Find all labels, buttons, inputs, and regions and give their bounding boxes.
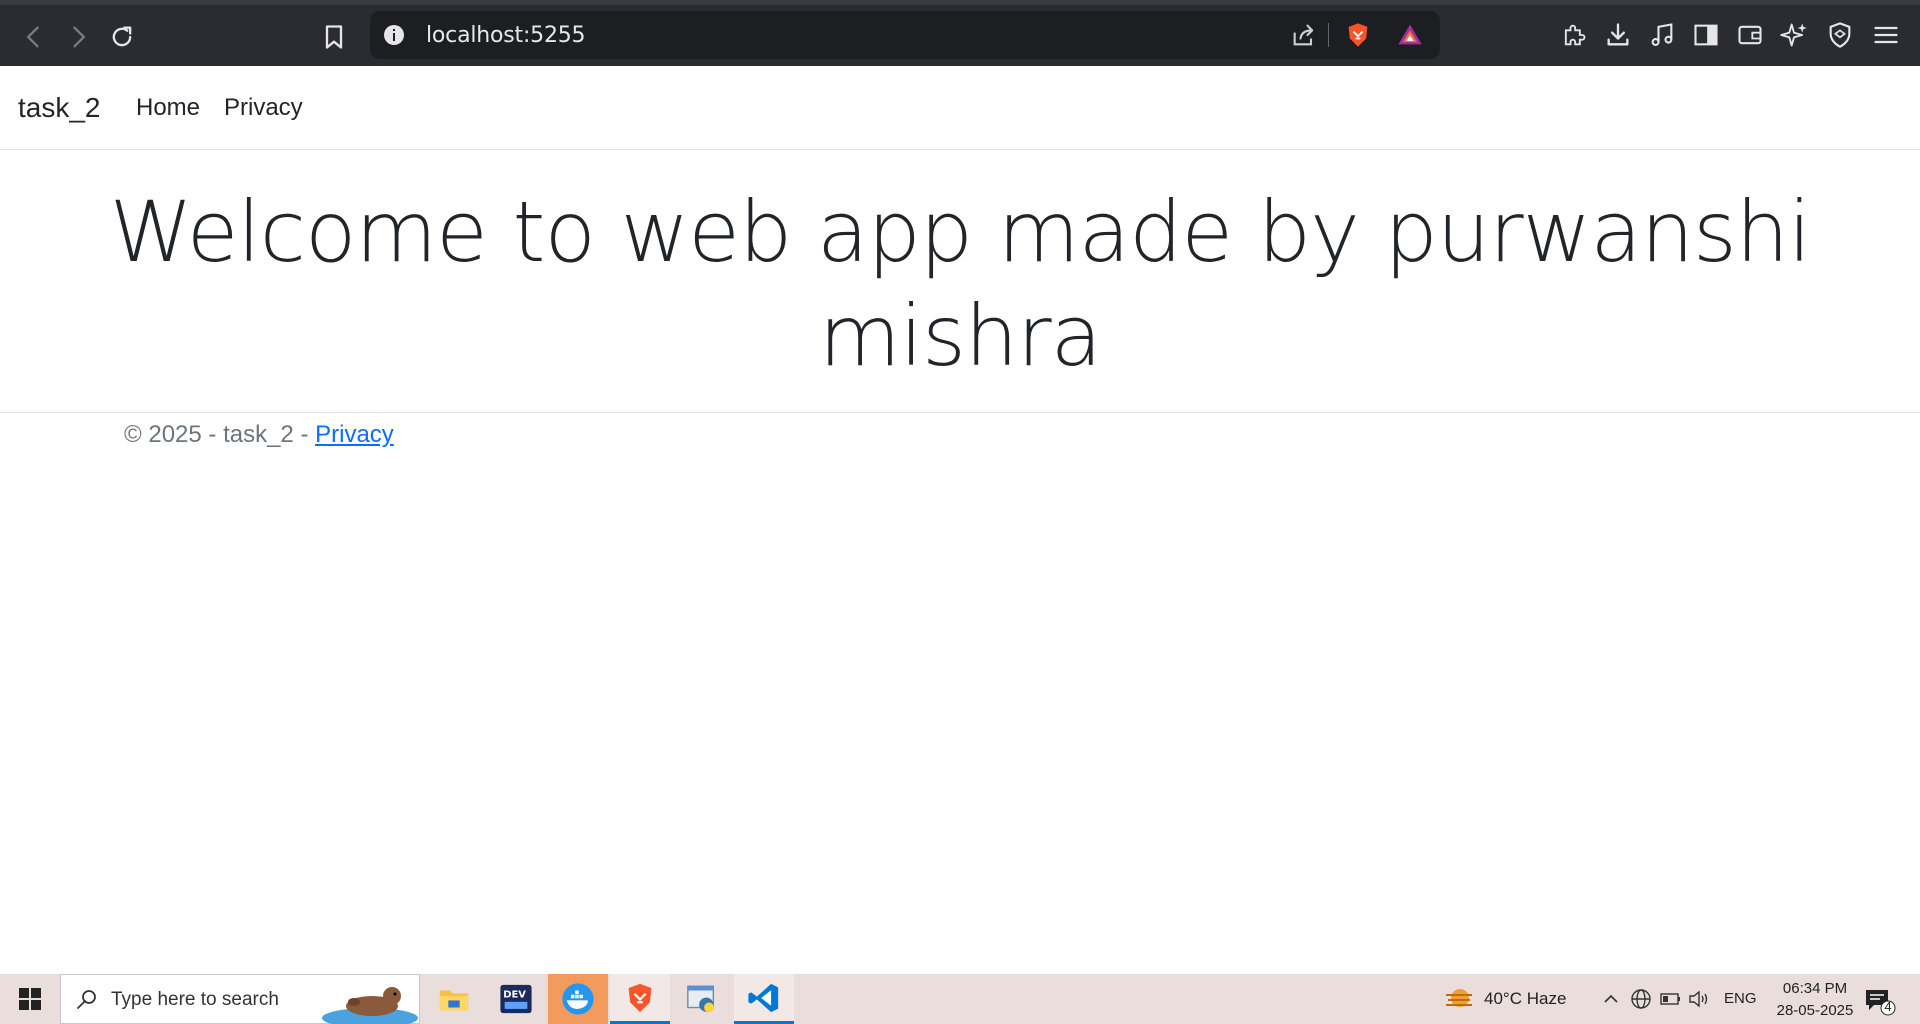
folder-icon (439, 990, 469, 1011)
wallet-button[interactable] (1734, 19, 1766, 51)
wallet-icon (1738, 25, 1762, 45)
volume-icon[interactable] (1688, 989, 1710, 1009)
share-icon[interactable] (1290, 21, 1318, 49)
python-window-icon (687, 985, 715, 1013)
reload-icon (112, 26, 132, 47)
notification-center-button[interactable]: 4 (1862, 984, 1896, 1018)
brave-rewards-icon[interactable] (1396, 21, 1424, 49)
address-bar[interactable]: localhost:5255 (370, 11, 1440, 59)
shield-icon (1829, 22, 1851, 48)
sidebar-icon (1694, 24, 1718, 46)
taskbar-file-explorer[interactable] (424, 974, 484, 1024)
battery-icon[interactable] (1660, 991, 1682, 1007)
reload-button[interactable] (102, 17, 142, 57)
dev-icon: DEV (500, 984, 532, 1014)
address-url[interactable]: localhost:5255 (426, 23, 586, 48)
download-icon (1607, 23, 1629, 46)
language-indicator[interactable]: ENG (1724, 990, 1757, 1007)
welcome-heading-line-2: mishra (818, 287, 1102, 385)
notification-count: 4 (1884, 999, 1892, 1014)
site-footer: © 2025 - task_2 - Privacy (0, 412, 1920, 462)
vpn-button[interactable] (1824, 19, 1856, 51)
footer-copyright: © 2025 - task_2 - (124, 421, 316, 448)
windows-logo-icon (19, 988, 41, 1010)
leo-ai-button[interactable] (1778, 19, 1810, 51)
hamburger-menu-icon (1874, 26, 1898, 44)
puzzle-icon (1564, 24, 1586, 46)
bookmark-button[interactable] (314, 17, 354, 57)
clock-date: 28-05-2025 (1776, 1002, 1854, 1019)
footer-text: © 2025 - task_2 - Privacy (124, 421, 394, 449)
start-button[interactable] (0, 974, 60, 1024)
windows-taskbar: Type here to search DEV 40°C Haze ENG 06… (0, 974, 1920, 1024)
navbar-brand[interactable]: task_2 (18, 92, 101, 124)
media-button[interactable] (1646, 19, 1678, 51)
footer-privacy-link[interactable]: Privacy (315, 421, 394, 448)
music-note-icon (1651, 23, 1673, 46)
clock-time: 06:34 PM (1782, 980, 1848, 997)
search-icon (77, 990, 96, 1009)
search-placeholder[interactable]: Type here to search (111, 989, 279, 1011)
sidebar-button[interactable] (1690, 19, 1722, 51)
nav-link-privacy[interactable]: Privacy (224, 94, 303, 122)
nav-link-home[interactable]: Home (136, 94, 200, 122)
forward-button[interactable] (58, 17, 98, 57)
taskbar-docker[interactable] (548, 974, 608, 1024)
taskbar-clock[interactable]: 06:34 PM 28-05-2025 (1760, 978, 1870, 1022)
welcome-heading: Welcome to web app made by purwanshi mis… (0, 180, 1920, 388)
taskbar-vscode[interactable] (734, 974, 794, 1024)
globe-icon[interactable] (1630, 988, 1652, 1010)
sparkle-icon (1780, 23, 1807, 47)
site-navbar: task_2 Home Privacy (0, 66, 1920, 150)
brave-lion-icon (628, 983, 652, 1012)
chevron-left-icon (26, 26, 39, 48)
back-button[interactable] (14, 17, 54, 57)
weather-text[interactable]: 40°C Haze (1484, 989, 1566, 1009)
chevron-up-icon[interactable] (1602, 990, 1620, 1008)
welcome-heading-line-1: Welcome to web app made by purwanshi (109, 183, 1812, 281)
brave-shields-icon[interactable] (1344, 21, 1372, 49)
taskbar-python-app[interactable] (672, 974, 732, 1024)
otter-illustration-icon (322, 987, 418, 1024)
weather-haze-icon (1446, 989, 1472, 1007)
bookmark-icon (325, 25, 343, 49)
svg-text:DEV: DEV (503, 990, 526, 1001)
info-icon[interactable] (382, 23, 406, 47)
taskbar-dev-home[interactable]: DEV (486, 974, 546, 1024)
vscode-icon (748, 983, 779, 1012)
downloads-button[interactable] (1602, 19, 1634, 51)
browser-toolbar: localhost:5255 (0, 0, 1920, 66)
chevron-right-icon (73, 26, 86, 48)
menu-button[interactable] (1870, 19, 1902, 51)
extensions-button[interactable] (1558, 19, 1590, 51)
taskbar-brave[interactable] (610, 974, 670, 1024)
address-divider (1328, 23, 1329, 47)
docker-whale-icon (562, 983, 594, 1015)
